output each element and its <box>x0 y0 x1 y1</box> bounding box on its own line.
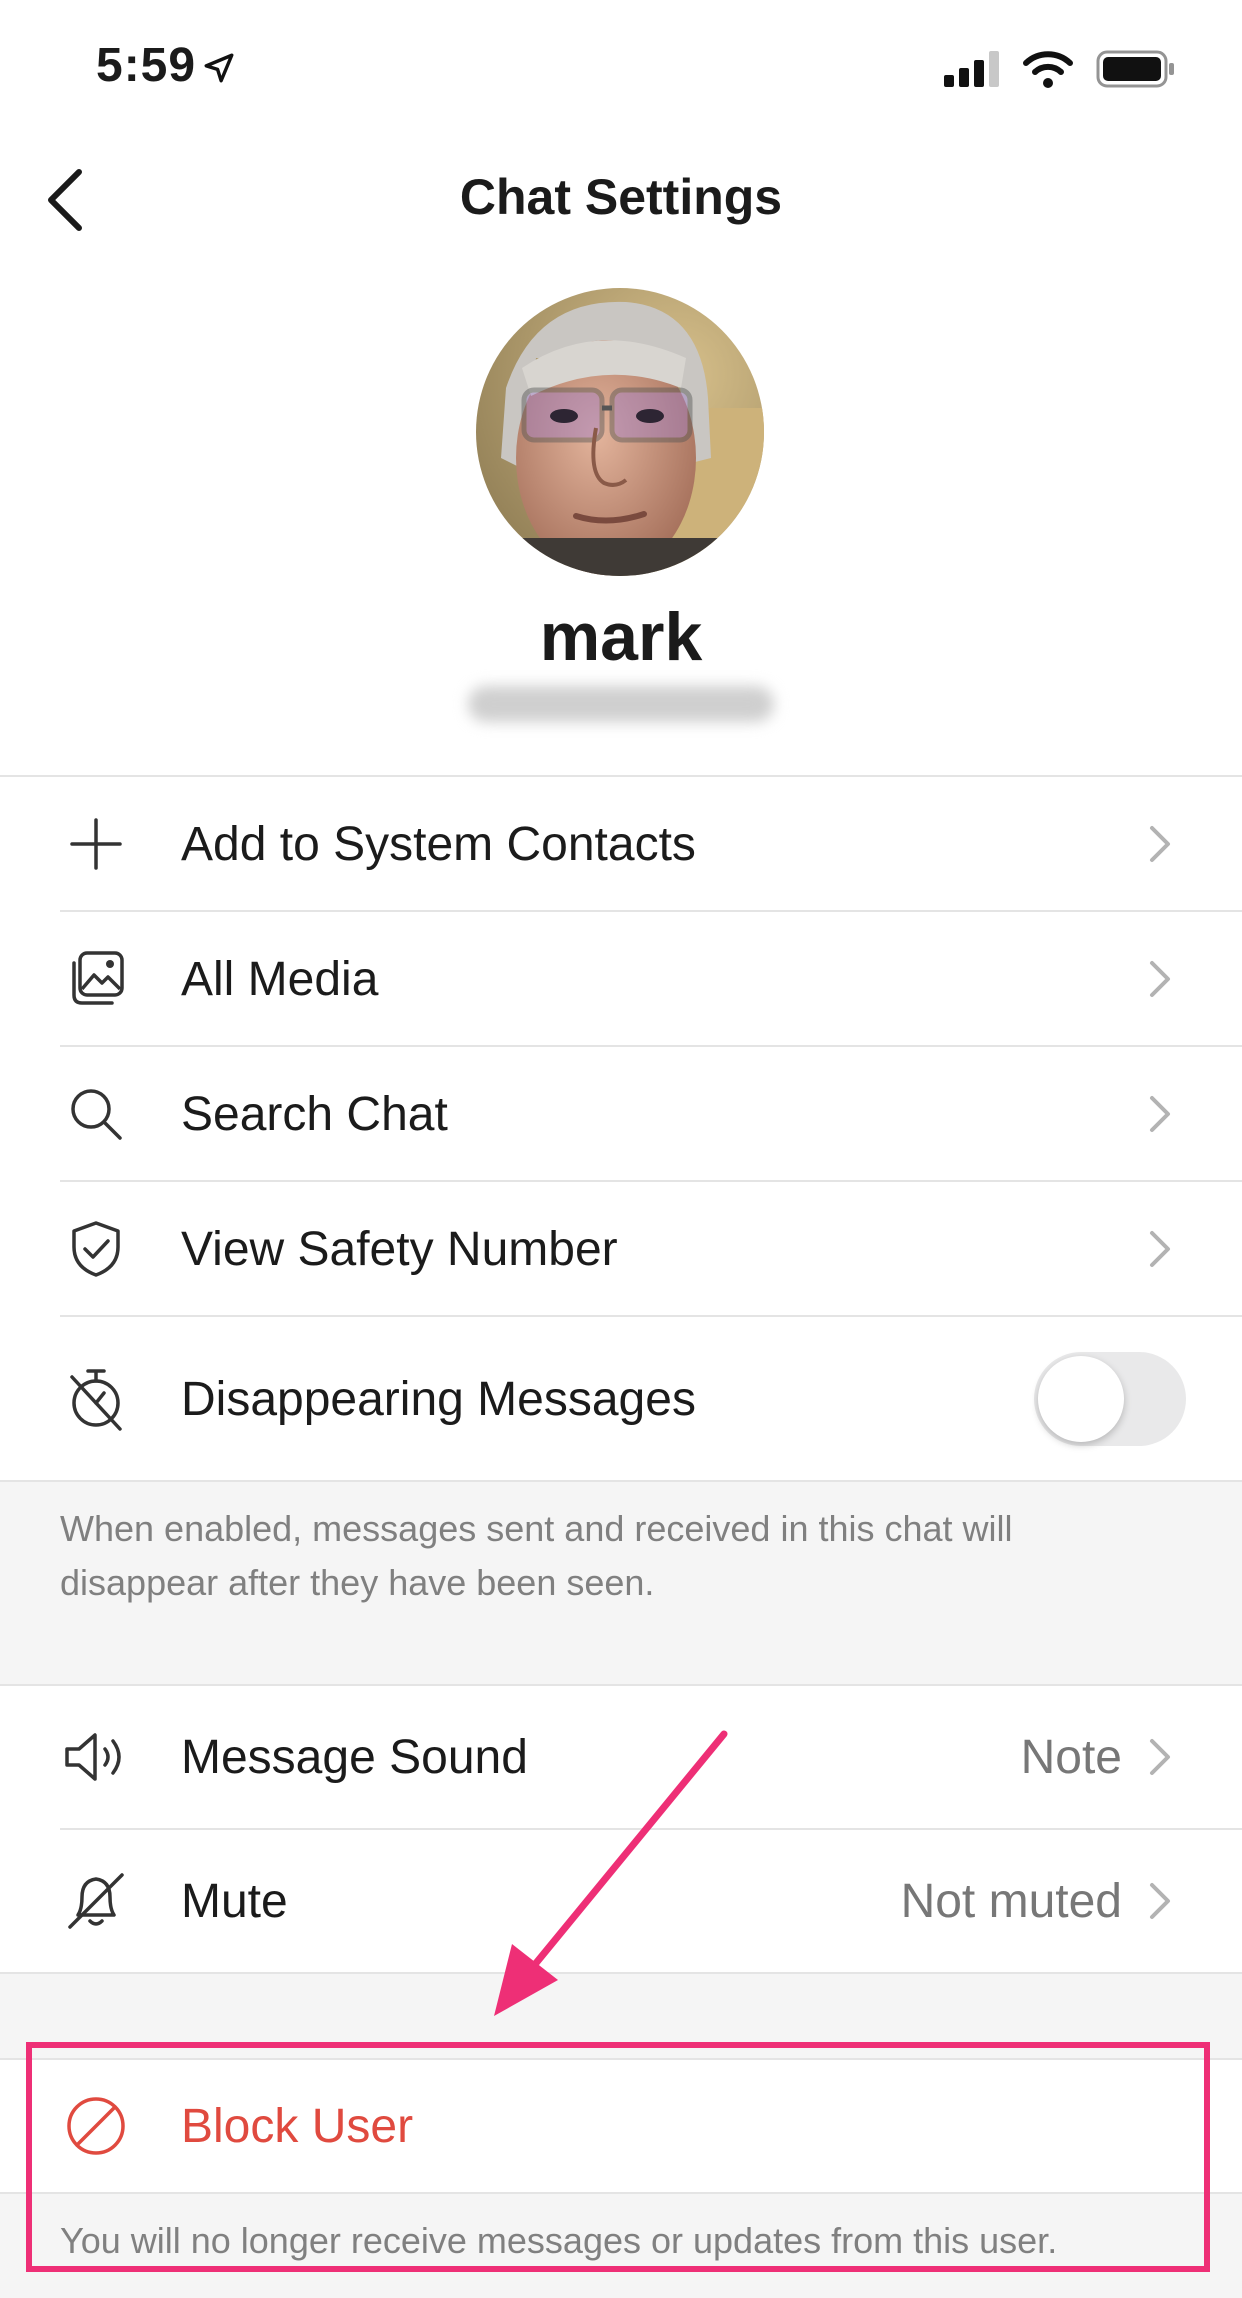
status-time: 5:59 <box>96 38 236 93</box>
chevron-right-icon <box>1140 954 1180 1004</box>
status-icons <box>944 50 1176 88</box>
search-chat-row[interactable]: Search Chat <box>0 1047 1242 1181</box>
toggle-knob <box>1038 1356 1124 1442</box>
annotation-highlight-box <box>26 2042 1210 2272</box>
blurred-phone-number <box>468 686 774 722</box>
disappearing-footnote: When enabled, messages sent and received… <box>60 1508 1013 1603</box>
contact-name: mark <box>539 599 703 675</box>
disappearing-messages-row: Disappearing Messages <box>0 1317 1242 1481</box>
view-safety-number-label: View Safety Number <box>181 1222 618 1276</box>
mute-row[interactable]: Mute Not muted <box>0 1830 1242 1972</box>
chevron-right-icon <box>1140 1732 1180 1782</box>
search-icon <box>58 1076 134 1152</box>
view-safety-number-row[interactable]: View Safety Number <box>0 1182 1242 1316</box>
media-gallery-icon <box>58 941 134 1017</box>
timer-icon <box>58 1361 134 1437</box>
message-sound-label: Message Sound <box>181 1730 528 1784</box>
all-media-label: All Media <box>181 952 379 1006</box>
speaker-icon <box>58 1719 134 1795</box>
add-to-system-contacts-row[interactable]: Add to System Contacts <box>0 777 1242 911</box>
location-arrow-icon <box>204 53 234 83</box>
search-chat-label: Search Chat <box>181 1087 448 1141</box>
message-sound-value: Note <box>1020 1730 1122 1784</box>
battery-icon <box>1096 50 1174 88</box>
chevron-right-icon <box>1140 1089 1180 1139</box>
plus-icon <box>58 806 134 882</box>
avatar[interactable] <box>476 288 764 576</box>
cellular-signal-icon <box>944 51 999 87</box>
mute-label: Mute <box>181 1874 288 1928</box>
bell-slash-icon <box>58 1863 134 1939</box>
all-media-row[interactable]: All Media <box>0 912 1242 1046</box>
wifi-icon <box>1023 51 1073 88</box>
add-to-system-contacts-label: Add to System Contacts <box>181 817 696 871</box>
mute-value: Not muted <box>900 1874 1122 1928</box>
page-title: Chat Settings <box>459 169 783 225</box>
shield-check-icon <box>58 1211 134 1287</box>
disappearing-messages-toggle[interactable] <box>1034 1352 1186 1446</box>
avatar-photo <box>476 288 764 576</box>
chevron-right-icon <box>1140 819 1180 869</box>
message-sound-row[interactable]: Message Sound Note <box>0 1686 1242 1828</box>
disappearing-footnote-section: When enabled, messages sent and received… <box>0 1482 1242 1684</box>
disappearing-messages-label: Disappearing Messages <box>181 1372 696 1426</box>
chevron-right-icon <box>1140 1876 1180 1926</box>
chevron-right-icon <box>1140 1224 1180 1274</box>
